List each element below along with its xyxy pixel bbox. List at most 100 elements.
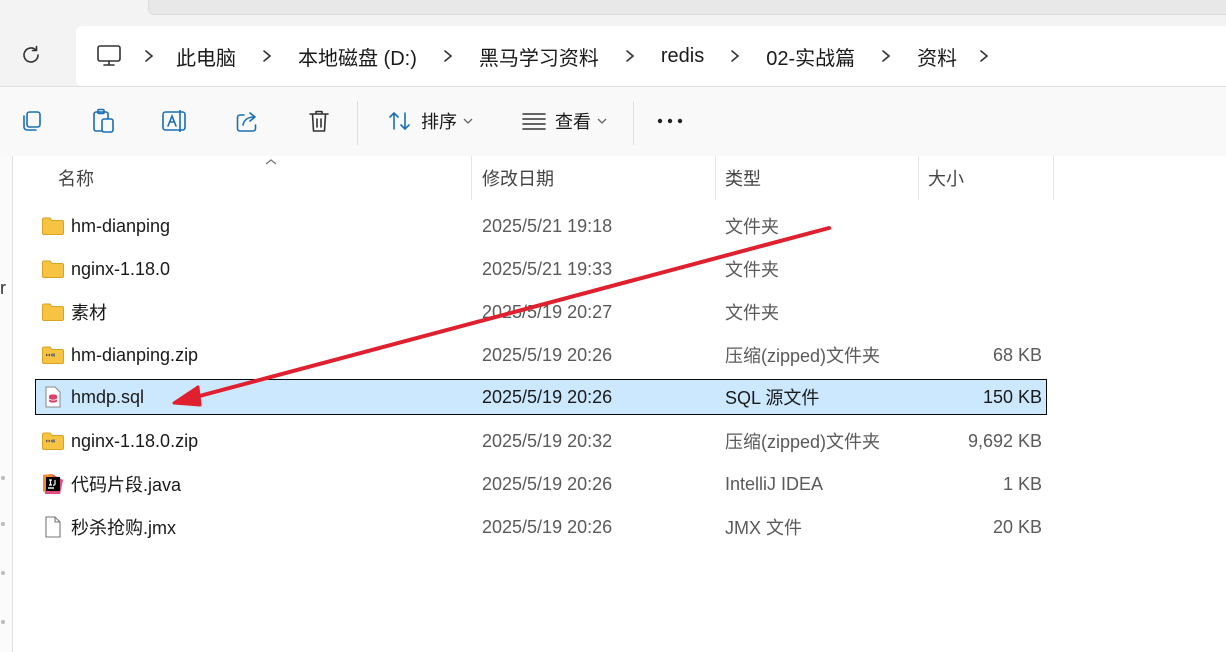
monitor-icon — [97, 45, 121, 66]
zip-folder-icon — [42, 346, 64, 364]
file-size — [928, 294, 1042, 330]
file-size — [928, 251, 1042, 287]
chevron-right-icon[interactable] — [236, 49, 298, 63]
chevron-down-icon — [597, 118, 607, 124]
file-row-java-snippet[interactable]: 代码片段.java 2025/5/19 20:26 IntelliJ IDEA … — [35, 466, 1047, 502]
file-type: 压缩(zipped)文件夹 — [725, 432, 881, 452]
file-name: hm-dianping.zip — [71, 344, 199, 365]
file-name: nginx-1.18.0 — [71, 258, 171, 279]
file-modified: 2025/5/21 19:18 — [482, 215, 613, 236]
chevron-right-icon[interactable] — [957, 49, 1011, 63]
file-name: 代码片段.java — [71, 475, 182, 495]
file-size: 20 KB — [992, 516, 1042, 537]
file-type: IntelliJ IDEA — [725, 473, 824, 494]
more-options-button[interactable] — [652, 101, 688, 141]
column-header-size[interactable]: 大小 — [928, 156, 1048, 200]
toolbar-divider — [633, 101, 634, 145]
sort-button[interactable]: 排序 — [380, 101, 480, 141]
sort-ascending-icon — [265, 159, 277, 165]
file-size: 150 KB — [982, 386, 1042, 407]
navigation-pane-edge — [0, 156, 12, 652]
share-button[interactable] — [230, 101, 264, 141]
chevron-right-icon[interactable] — [855, 49, 917, 63]
file-modified: 2025/5/19 20:26 — [482, 516, 613, 537]
navigation-pane-text-fragment: r — [0, 278, 6, 298]
file-modified: 2025/5/19 20:27 — [482, 301, 613, 322]
file-row-hm-dianping-zip[interactable]: hm-dianping.zip 2025/5/19 20:26 压缩(zippe… — [35, 337, 1047, 373]
copy-icon — [23, 111, 41, 131]
tree-expander-icon[interactable] — [1, 476, 5, 480]
address-bar-area: 此电脑 本地磁盘 (D:) 黑马学习资料 redis 02-实战篇 资料 — [0, 14, 1226, 86]
file-type: JMX 文件 — [725, 518, 803, 538]
file-row-hm-dianping[interactable]: hm-dianping 2025/5/21 19:18 文件夹 — [35, 208, 1047, 244]
file-size: 9,692 KB — [967, 430, 1042, 451]
intellij-file-icon — [43, 474, 63, 494]
copy-button[interactable] — [14, 101, 48, 141]
view-button[interactable]: 查看 — [514, 101, 614, 141]
file-name: hm-dianping — [71, 215, 171, 236]
breadcrumb-item-study-materials[interactable]: 黑马学习资料 — [479, 42, 599, 71]
sort-icon — [389, 112, 410, 130]
chevron-right-icon[interactable] — [417, 49, 479, 63]
chevron-right-icon[interactable] — [599, 49, 661, 63]
ellipsis-icon — [657, 118, 683, 124]
breadcrumb-item-drive-d[interactable]: 本地磁盘 (D:) — [298, 42, 417, 71]
file-name: 素材 — [71, 303, 107, 323]
delete-button[interactable] — [302, 101, 336, 141]
column-divider[interactable] — [471, 156, 472, 200]
file-type: 文件夹 — [725, 303, 779, 323]
breadcrumb-item-this-pc[interactable]: 此电脑 — [176, 42, 236, 71]
column-divider[interactable] — [918, 156, 919, 200]
refresh-icon — [23, 45, 39, 63]
column-headers: 名称 修改日期 类型 大小 — [12, 156, 1226, 200]
paste-button[interactable] — [86, 101, 120, 141]
file-type: SQL 源文件 — [725, 388, 820, 408]
chevron-right-icon[interactable] — [704, 49, 766, 63]
share-icon — [236, 112, 257, 132]
column-header-name-label: 名称 — [58, 169, 94, 189]
chevron-right-icon[interactable] — [122, 49, 176, 63]
file-row-jmx[interactable]: 秒杀抢购.jmx 2025/5/19 20:26 JMX 文件 20 KB — [35, 509, 1047, 545]
clipboard-icon — [93, 108, 114, 133]
toolbar-divider — [357, 101, 358, 145]
folder-icon — [42, 260, 64, 278]
sql-file-icon — [45, 386, 61, 408]
this-pc-button[interactable] — [96, 44, 122, 68]
column-header-modified[interactable]: 修改日期 — [482, 156, 712, 200]
refresh-button[interactable] — [16, 40, 46, 70]
tree-expander-icon[interactable] — [1, 571, 5, 575]
file-size — [928, 208, 1042, 244]
chevron-down-icon — [463, 118, 473, 124]
file-size: 68 KB — [992, 344, 1042, 365]
file-modified: 2025/5/19 20:26 — [482, 473, 613, 494]
rename-button[interactable] — [158, 101, 192, 141]
file-modified: 2025/5/21 19:33 — [482, 258, 613, 279]
breadcrumb-item-materials[interactable]: 资料 — [917, 42, 957, 71]
file-modified: 2025/5/19 20:26 — [482, 386, 613, 407]
column-header-modified-label: 修改日期 — [482, 169, 554, 189]
file-row-nginx-zip[interactable]: nginx-1.18.0.zip 2025/5/19 20:32 压缩(zipp… — [35, 423, 1047, 459]
trash-icon — [309, 110, 329, 132]
view-label: 查看 — [555, 112, 591, 132]
breadcrumb-item-redis[interactable]: redis — [661, 45, 704, 68]
file-modified: 2025/5/19 20:26 — [482, 344, 613, 365]
rename-icon — [162, 110, 186, 132]
tree-expander-icon[interactable] — [1, 522, 5, 526]
file-name: 秒杀抢购.jmx — [71, 518, 176, 538]
folder-icon — [42, 303, 64, 321]
column-divider[interactable] — [1053, 156, 1054, 200]
file-row-hmdp-sql[interactable]: hmdp.sql 2025/5/19 20:26 SQL 源文件 150 KB — [35, 379, 1047, 415]
tree-expander-icon[interactable] — [1, 620, 5, 624]
file-row-nginx-folder[interactable]: nginx-1.18.0 2025/5/21 19:33 文件夹 — [35, 251, 1047, 287]
column-header-type[interactable]: 类型 — [725, 156, 915, 200]
tab-strip — [148, 0, 1226, 15]
sort-label: 排序 — [421, 112, 457, 132]
file-type: 压缩(zipped)文件夹 — [725, 346, 881, 366]
file-row-assets-folder[interactable]: 素材 2025/5/19 20:27 文件夹 — [35, 294, 1047, 330]
list-view-icon — [522, 113, 546, 130]
column-divider[interactable] — [715, 156, 716, 200]
column-header-size-label: 大小 — [928, 169, 964, 189]
column-header-type-label: 类型 — [725, 169, 761, 189]
file-type: 文件夹 — [725, 217, 779, 237]
breadcrumb-item-practice[interactable]: 02-实战篇 — [766, 42, 855, 71]
